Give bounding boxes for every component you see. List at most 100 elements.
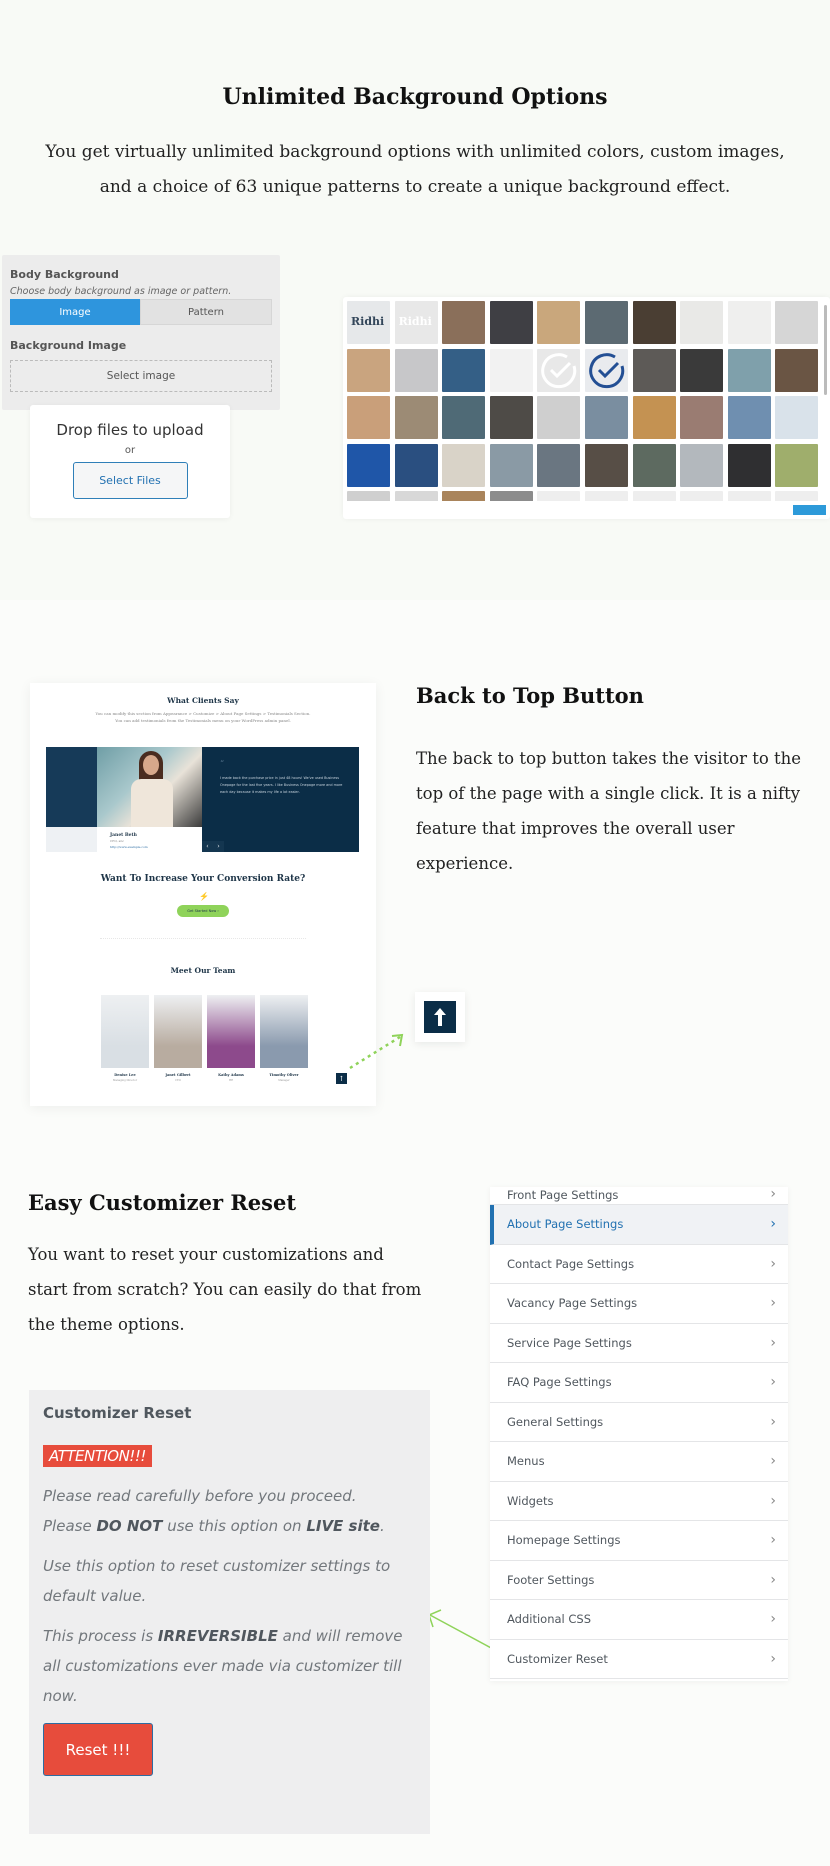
- photo-body: [131, 779, 173, 827]
- media-thumbnail[interactable]: [442, 348, 486, 392]
- media-thumbnail[interactable]: [727, 443, 771, 487]
- testimonials-subtitle-2: You can add testimonials from the Testim…: [115, 718, 291, 723]
- media-thumbnail[interactable]: Ridhi: [347, 301, 390, 344]
- media-thumbnail[interactable]: [632, 301, 676, 344]
- menu-item-footer-settings[interactable]: Footer Settings ›: [490, 1561, 788, 1600]
- select-image-button[interactable]: Select image: [10, 360, 272, 392]
- menu-item-front-page-settings[interactable]: Front Page Settings ›: [490, 1187, 788, 1205]
- media-thumbnail[interactable]: [394, 396, 438, 440]
- media-thumbnail[interactable]: [680, 348, 724, 392]
- arrow-up-icon: [434, 1008, 446, 1026]
- menu-item-vacancy-page-settings[interactable]: Vacancy Page Settings ›: [490, 1284, 788, 1324]
- media-thumbnail[interactable]: [537, 301, 581, 344]
- media-thumbnail[interactable]: [537, 491, 581, 501]
- menu-item-widgets[interactable]: Widgets ›: [490, 1482, 788, 1521]
- menu-item-customizer-reset[interactable]: Customizer Reset ›: [490, 1640, 788, 1679]
- logo-thumbnail-text: Ridhi: [398, 315, 432, 328]
- menu-item-menus[interactable]: Menus ›: [490, 1442, 788, 1482]
- media-thumbnail[interactable]: [394, 348, 438, 392]
- media-thumbnail[interactable]: [727, 348, 771, 392]
- warning-line-2a: Please: [43, 1517, 97, 1535]
- menu-item-label: Customizer Reset: [507, 1651, 608, 1666]
- media-thumbnail[interactable]: [775, 396, 819, 440]
- media-thumbnail[interactable]: [680, 443, 724, 487]
- back-to-top-button[interactable]: [424, 1001, 456, 1033]
- media-thumbnail[interactable]: Ridhi: [394, 301, 438, 344]
- next-arrow-icon[interactable]: ›: [213, 841, 224, 852]
- menu-item-additional-css[interactable]: Additional CSS ›: [490, 1600, 788, 1640]
- media-thumbnail[interactable]: [680, 301, 724, 344]
- menu-item-service-page-settings[interactable]: Service Page Settings ›: [490, 1324, 788, 1363]
- media-thumbnail[interactable]: [727, 396, 771, 440]
- irreversible-word: IRREVERSIBLE: [157, 1627, 278, 1645]
- select-files-button[interactable]: Select Files: [72, 462, 188, 499]
- media-thumbnail[interactable]: [775, 491, 819, 501]
- slider-edge-lower: [46, 827, 97, 852]
- media-thumbnail[interactable]: [489, 301, 533, 344]
- warning-period: .: [379, 1517, 385, 1535]
- media-thumbnail[interactable]: [584, 348, 628, 392]
- media-thumbnail[interactable]: [489, 396, 533, 440]
- media-thumbnail[interactable]: [347, 396, 390, 440]
- menu-item-label: Homepage Settings: [507, 1533, 621, 1548]
- media-thumbnail[interactable]: [347, 348, 390, 392]
- media-thumbnail[interactable]: [632, 348, 676, 392]
- media-thumbnail[interactable]: [632, 491, 676, 501]
- scrollbar[interactable]: [824, 305, 827, 395]
- menu-item-homepage-settings[interactable]: Homepage Settings ›: [490, 1521, 788, 1561]
- divider: [100, 938, 306, 939]
- media-thumbnail[interactable]: [632, 396, 676, 440]
- media-thumbnail[interactable]: [727, 301, 771, 344]
- media-thumbnail[interactable]: [680, 396, 724, 440]
- media-thumbnail[interactable]: [394, 443, 438, 487]
- media-thumbnail[interactable]: [775, 301, 819, 344]
- media-thumbnail[interactable]: [442, 301, 486, 344]
- customizer-reset-title: Easy Customizer Reset: [28, 1190, 297, 1215]
- reset-button[interactable]: Reset !!!: [43, 1723, 153, 1776]
- option-pattern[interactable]: Pattern: [140, 299, 272, 325]
- media-thumbnail[interactable]: [727, 491, 771, 501]
- media-thumbnail[interactable]: [347, 443, 390, 487]
- select-button[interactable]: [793, 505, 826, 515]
- media-thumbnail[interactable]: [584, 396, 628, 440]
- media-thumbnail[interactable]: [775, 348, 819, 392]
- or-text: or: [124, 445, 136, 456]
- author-role: CEO, abc: [110, 839, 125, 843]
- author-url[interactable]: http://www.example.com: [110, 845, 148, 849]
- menu-item-faq-page-settings[interactable]: FAQ Page Settings ›: [490, 1363, 788, 1403]
- media-thumbnail[interactable]: [489, 348, 533, 392]
- media-thumbnail[interactable]: [347, 491, 390, 501]
- media-thumbnail[interactable]: [584, 443, 628, 487]
- warning-paragraph: Please read carefully before you proceed…: [43, 1481, 416, 1541]
- customizer-reset-description: You want to reset your customizations an…: [28, 1245, 422, 1334]
- quote-icon: “: [220, 759, 225, 768]
- menu-item-contact-page-settings[interactable]: Contact Page Settings ›: [490, 1245, 788, 1284]
- back-to-top-preview: [415, 992, 465, 1042]
- media-thumbnail[interactable]: [537, 443, 581, 487]
- warning-live-site: LIVE site: [306, 1517, 380, 1535]
- media-thumbnail[interactable]: [489, 443, 533, 487]
- menu-item-about-page-settings[interactable]: About Page Settings ›: [490, 1205, 788, 1245]
- media-thumbnail[interactable]: [584, 491, 628, 501]
- media-thumbnail[interactable]: [442, 491, 486, 501]
- menu-item-general-settings[interactable]: General Settings ›: [490, 1403, 788, 1442]
- get-started-button[interactable]: Get Started Now ›: [177, 905, 229, 917]
- option-image[interactable]: Image: [10, 299, 140, 325]
- upload-dropzone[interactable]: Drop files to upload or Select Files: [30, 405, 230, 518]
- media-thumbnail[interactable]: [394, 491, 438, 501]
- media-thumbnail[interactable]: [775, 443, 819, 487]
- media-thumbnail[interactable]: [632, 443, 676, 487]
- media-thumbnail[interactable]: [442, 443, 486, 487]
- media-thumbnail[interactable]: [442, 396, 486, 440]
- team-member-name: Janet Gilbert: [165, 1073, 191, 1077]
- media-thumbnail[interactable]: [680, 491, 724, 501]
- media-thumbnail[interactable]: [537, 348, 581, 392]
- media-thumbnail[interactable]: [584, 301, 628, 344]
- media-thumbnail[interactable]: [537, 396, 581, 440]
- team-member: Janet Gilbert CEO: [154, 995, 202, 1082]
- body-background-hint: Choose body background as image or patte…: [10, 286, 232, 297]
- mini-back-to-top-icon[interactable]: ↑: [336, 1073, 347, 1084]
- team-member-role: Manager: [278, 1079, 290, 1082]
- media-thumbnail[interactable]: [489, 491, 533, 501]
- prev-arrow-icon[interactable]: ‹: [202, 841, 213, 852]
